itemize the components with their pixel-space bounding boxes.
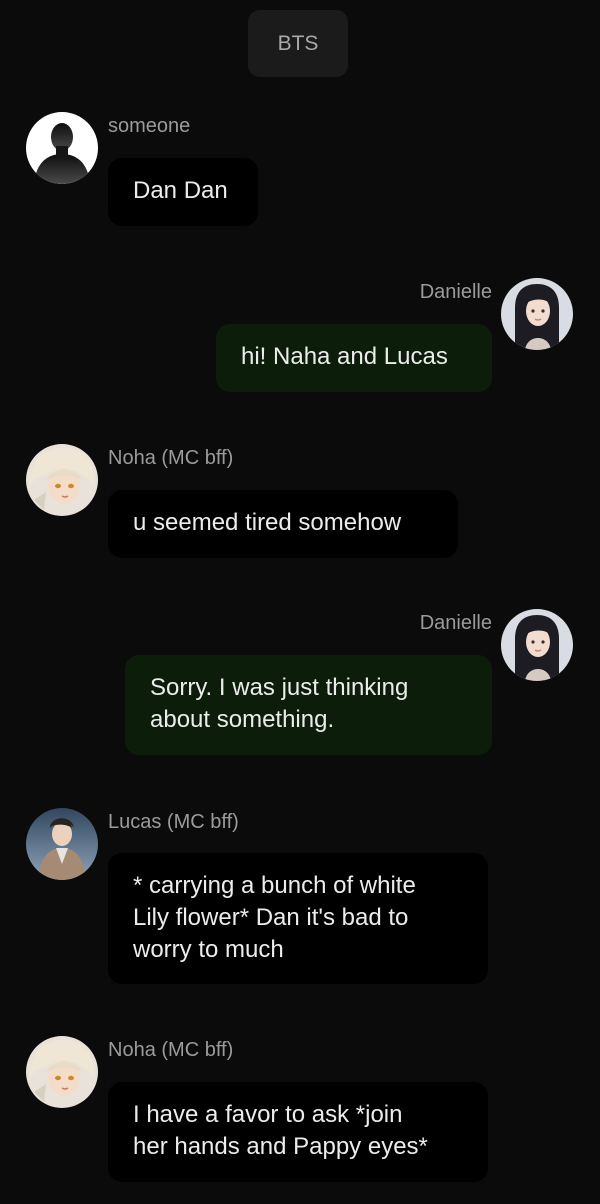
blond-boy-avatar[interactable] [26,444,98,516]
sender-name: Danielle [419,281,492,303]
sender-name: Noha (MC bff) [108,447,234,469]
message-bubble[interactable]: * carrying a bunch of white Lily flower*… [108,853,488,984]
message-line: Lily flower* Dan it's bad to [133,904,409,931]
message-bubble[interactable]: Sorry. I was just thinking about somethi… [125,655,492,755]
message-bubble[interactable]: I have a favor to ask *join her hands an… [108,1082,488,1182]
message-line: worry to much [133,936,284,963]
message-line: Dan Dan [133,177,228,204]
message-line: I have a favor to ask *join [133,1101,403,1128]
girl-avatar[interactable] [501,278,573,350]
message-bubble[interactable]: hi! Naha and Lucas [216,324,492,392]
sender-name: Lucas (MC bff) [108,811,239,833]
message-bubble[interactable]: u seemed tired somehow [108,490,458,558]
message-line: * carrying a bunch of white [133,872,416,899]
message-line: u seemed tired somehow [133,509,402,536]
message-line: Sorry. I was just thinking [150,674,409,701]
message-line: hi! Naha and Lucas [241,343,448,370]
sender-name: Noha (MC bff) [108,1039,234,1061]
blond-boy-avatar[interactable] [26,1036,98,1108]
chat-title: BTS [277,31,319,55]
dark-hair-boy-avatar[interactable] [26,808,98,880]
girl-avatar[interactable] [501,609,573,681]
message-line: her hands and Pappy eyes* [133,1133,428,1160]
sender-name: Danielle [419,612,492,634]
sender-name: someone [108,115,191,137]
message-line: about something. [150,706,335,733]
chat-title-chip[interactable]: BTS [248,10,348,77]
message-bubble[interactable]: Dan Dan [108,158,258,226]
silhouette-avatar[interactable] [26,112,98,184]
